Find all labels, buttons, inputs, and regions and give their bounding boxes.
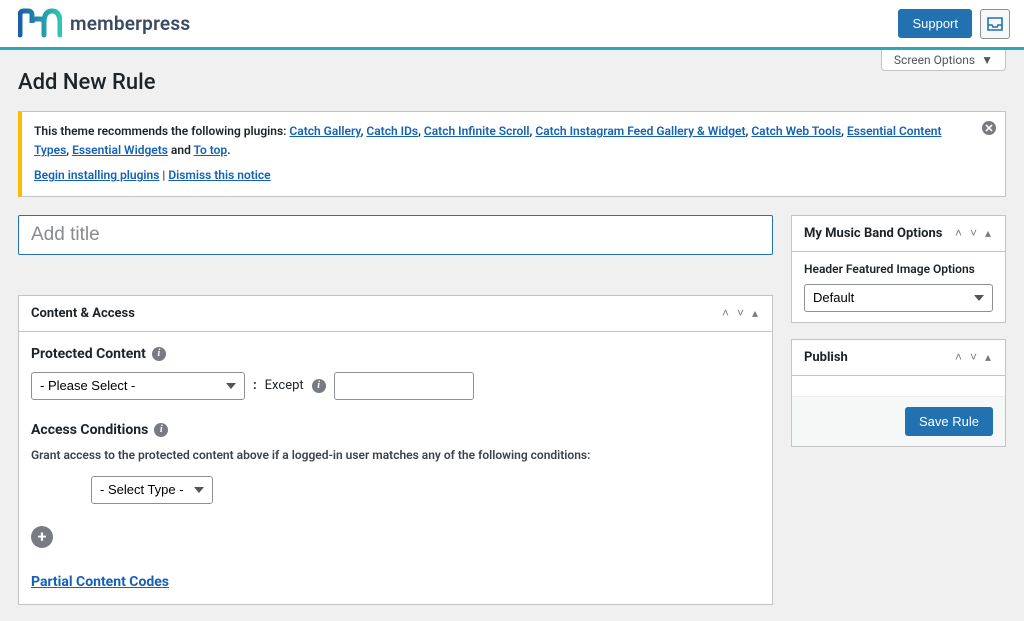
except-label: Except [265, 378, 304, 393]
support-button[interactable]: Support [898, 9, 972, 38]
header-featured-image-label: Header Featured Image Options [804, 262, 993, 276]
plugin-link[interactable]: To top [194, 143, 228, 157]
dismiss-notice-icon[interactable] [981, 120, 997, 142]
plugin-link[interactable]: Catch Web Tools [751, 124, 841, 138]
brand: memberpress [18, 5, 190, 43]
access-conditions-label: Access Conditions i [31, 422, 760, 438]
plugin-link[interactable]: Catch Infinite Scroll [424, 124, 530, 138]
music-band-title: My Music Band Options [804, 226, 942, 241]
brand-name: memberpress [70, 12, 190, 35]
header-featured-image-select[interactable]: Default [804, 284, 993, 312]
move-up-icon[interactable]: ˄ [720, 306, 731, 320]
page-title: Add New Rule [18, 70, 1006, 95]
move-down-icon[interactable]: ˅ [968, 350, 979, 364]
save-rule-button[interactable]: Save Rule [905, 407, 993, 436]
protected-content-select[interactable]: - Please Select - [31, 372, 245, 400]
move-up-icon[interactable]: ˄ [953, 226, 964, 240]
plugin-link[interactable]: Catch IDs [366, 124, 418, 138]
except-input[interactable] [334, 372, 474, 400]
publish-title: Publish [804, 350, 848, 365]
plugin-link[interactable]: Essential Widgets [72, 143, 168, 157]
rule-title-input[interactable] [18, 215, 773, 255]
dismiss-notice-link[interactable]: Dismiss this notice [168, 168, 270, 182]
move-down-icon[interactable]: ˅ [735, 306, 746, 320]
notice-line-2: Begin installing plugins | Dismiss this … [34, 166, 969, 185]
content-access-title: Content & Access [31, 306, 135, 321]
topbar-actions: Support [898, 9, 1010, 39]
partial-content-codes-link[interactable]: Partial Content Codes [31, 574, 169, 590]
begin-installing-link[interactable]: Begin installing plugins [34, 168, 159, 182]
info-icon[interactable]: i [154, 423, 168, 437]
collapse-icon[interactable]: ▴ [750, 306, 760, 320]
inbox-icon-button[interactable] [980, 9, 1010, 39]
plugin-link[interactable]: Catch Instagram Feed Gallery & Widget [535, 124, 745, 138]
memberpress-logo-icon [18, 5, 62, 43]
screen-options-label: Screen Options [894, 53, 975, 67]
plugin-link[interactable]: Catch Gallery [289, 124, 360, 138]
move-up-icon[interactable]: ˄ [953, 350, 964, 364]
collapse-icon[interactable]: ▴ [983, 226, 993, 240]
plugin-recommendation-notice: This theme recommends the following plug… [18, 111, 1006, 197]
chevron-down-icon: ▼ [981, 53, 993, 67]
screen-options-toggle[interactable]: Screen Options ▼ [881, 50, 1006, 71]
info-icon[interactable]: i [152, 347, 166, 361]
condition-type-select[interactable]: - Select Type - [91, 476, 213, 504]
top-bar: memberpress Support [0, 0, 1024, 50]
collapse-icon[interactable]: ▴ [983, 350, 993, 364]
move-down-icon[interactable]: ˅ [968, 226, 979, 240]
music-band-options-box: My Music Band Options ˄ ˅ ▴ Header Featu… [791, 215, 1006, 323]
notice-prefix: This theme recommends the following plug… [34, 124, 289, 138]
content-access-box: Content & Access ˄ ˅ ▴ Protected Content… [18, 295, 773, 605]
notice-line-1: This theme recommends the following plug… [34, 122, 969, 160]
info-icon[interactable]: i [312, 379, 326, 393]
grant-access-description: Grant access to the protected content ab… [31, 448, 760, 462]
add-condition-button[interactable]: + [31, 526, 53, 548]
protected-content-label: Protected Content i [31, 346, 760, 362]
publish-box: Publish ˄ ˅ ▴ Save Rule [791, 339, 1006, 447]
